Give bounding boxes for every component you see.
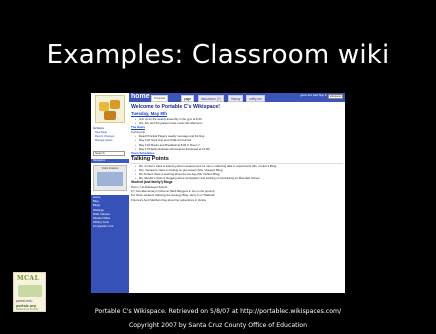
slide: Examples: Classroom wiki Actions New Pag… (0, 0, 436, 334)
sidebar-nav: Home Blog Blogs Weblogs Math Classes Stu… (91, 195, 129, 293)
wiki-logo (95, 95, 125, 123)
visitor-map: Visitor locations (93, 165, 127, 191)
sidebar-action-new-page[interactable]: New Page (95, 131, 107, 134)
badge-middle-text: portal.edu (16, 299, 33, 303)
list-item: Ms. Mueller's class is blogging about im… (131, 176, 343, 180)
list-item[interactable]: Frances's Aunt Martha's blog about her a… (131, 198, 343, 202)
tab-history[interactable]: history (228, 95, 244, 102)
wikispaces-button[interactable]: wikispaces (328, 94, 343, 99)
tab-discussion[interactable]: discussion (7) (198, 95, 224, 102)
wiki-content: Welcome to Portable C's Wikispace! Tuesd… (131, 104, 343, 293)
wiki-topbar: home Protected page discussion (7) histo… (129, 93, 345, 102)
tab-notify[interactable]: notify me (246, 95, 265, 102)
page-title: Welcome to Portable C's Wikispace! (131, 104, 221, 110)
badge-top-text: MCAL (17, 275, 40, 282)
slide-title: Examples: Classroom wiki (46, 40, 390, 70)
sidebar-item-immigration[interactable]: Immigration Unit (91, 224, 129, 228)
sidebar-navigation-heading: Navigation (91, 159, 129, 163)
visitor-map-image (97, 172, 123, 186)
caption-source: Portable C's Wikispace. Retrieved on 5/8… (94, 308, 342, 315)
sidebar-actions-heading: Actions (93, 126, 105, 130)
tab-page[interactable]: page (181, 95, 195, 102)
wiki-sidebar: Actions New Page Recent Changes Manage S… (91, 93, 129, 293)
mcal-logo: MCAL portal.edu portalc.org Santa Cruz C… (13, 272, 46, 312)
protected-badge: Protected (151, 95, 169, 102)
sidebar-search-input[interactable]: Search (93, 151, 125, 156)
list-item: 3rd, 4th, and 5th graders have music thi… (131, 121, 343, 125)
list-item: May 17th Early Release (All students dis… (131, 147, 343, 151)
home-label[interactable]: home (131, 93, 150, 100)
top-user-links[interactable]: guest Join Help Sign In (300, 94, 327, 97)
wiki-screenshot: Actions New Page Recent Changes Manage S… (91, 93, 345, 293)
sidebar-action-manage-space[interactable]: Manage Space (95, 139, 112, 142)
caption-copyright: Copyright 2007 by Santa Cruz County Offi… (128, 322, 308, 329)
talking-points-heading: Talking Points (131, 156, 343, 164)
badge-art (18, 285, 42, 297)
visitor-label: Visitor locations (101, 167, 119, 170)
sidebar-action-recent-changes[interactable]: Recent Changes (95, 135, 114, 138)
